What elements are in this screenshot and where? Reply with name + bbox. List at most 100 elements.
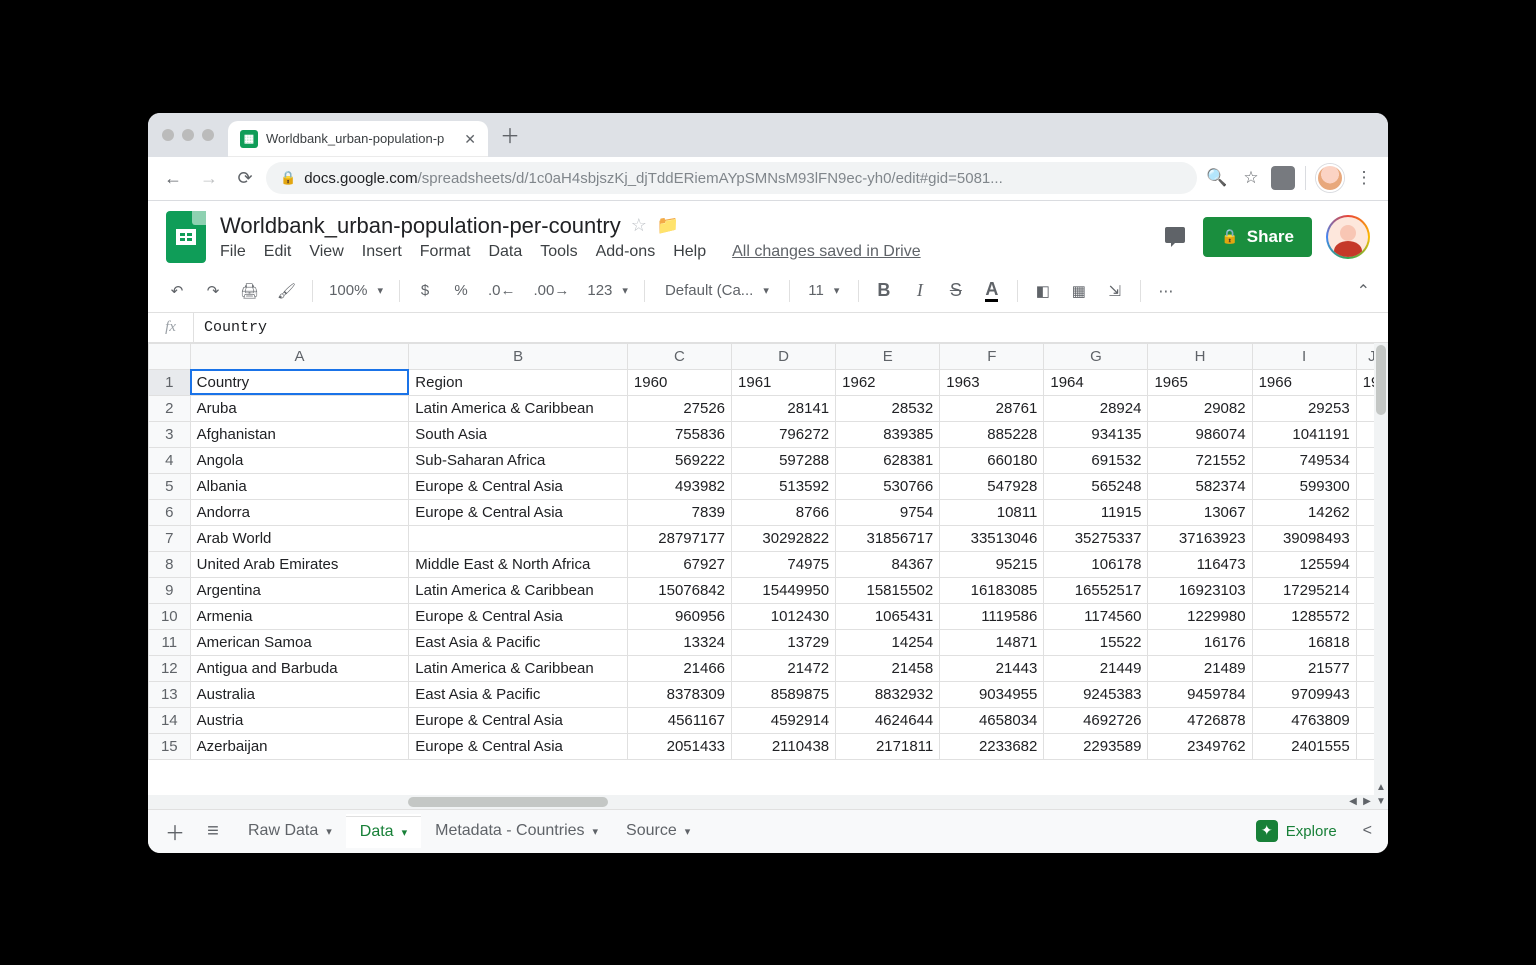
data-cell[interactable]: American Samoa xyxy=(190,629,409,655)
data-cell[interactable]: South Asia xyxy=(409,421,628,447)
data-cell[interactable]: 796272 xyxy=(732,421,836,447)
data-cell[interactable]: 16183085 xyxy=(940,577,1044,603)
data-cell[interactable]: 14262 xyxy=(1252,499,1356,525)
data-cell[interactable]: 67927 xyxy=(627,551,731,577)
browser-tab[interactable]: ▦ Worldbank_urban-population-p ✕ xyxy=(228,121,488,157)
data-cell[interactable]: 1119586 xyxy=(940,603,1044,629)
data-cell[interactable]: 986074 xyxy=(1148,421,1252,447)
traffic-light-close[interactable] xyxy=(162,129,174,141)
data-cell[interactable]: Andorra xyxy=(190,499,409,525)
data-cell[interactable]: 16552517 xyxy=(1044,577,1148,603)
data-cell[interactable]: 934135 xyxy=(1044,421,1148,447)
print-icon[interactable]: 🖨 xyxy=(234,276,265,306)
data-cell[interactable]: 749534 xyxy=(1252,447,1356,473)
sheet-tab[interactable]: Metadata - Countries▾ xyxy=(421,814,612,848)
strikethrough-icon[interactable]: S xyxy=(941,276,971,306)
select-all-corner[interactable] xyxy=(149,343,191,369)
data-cell[interactable]: East Asia & Pacific xyxy=(409,681,628,707)
data-cell[interactable]: 4763809 xyxy=(1252,707,1356,733)
currency-icon[interactable]: $ xyxy=(410,276,440,306)
data-cell[interactable]: Antigua and Barbuda xyxy=(190,655,409,681)
decrease-decimal-icon[interactable]: .0← xyxy=(482,276,522,306)
data-cell[interactable]: 74975 xyxy=(732,551,836,577)
sheet-tab[interactable]: Data▾ xyxy=(346,814,421,848)
data-cell[interactable]: 33513046 xyxy=(940,525,1044,551)
data-cell[interactable]: 28761 xyxy=(940,395,1044,421)
percent-icon[interactable]: % xyxy=(446,276,476,306)
data-cell[interactable]: 4692726 xyxy=(1044,707,1148,733)
menu-data[interactable]: Data xyxy=(488,243,522,261)
scroll-thumb[interactable] xyxy=(408,797,608,807)
row-header[interactable]: 1 xyxy=(149,369,191,395)
data-cell[interactable]: 569222 xyxy=(627,447,731,473)
data-cell[interactable]: 9245383 xyxy=(1044,681,1148,707)
header-cell[interactable]: 1962 xyxy=(836,369,940,395)
data-cell[interactable]: 15815502 xyxy=(836,577,940,603)
data-cell[interactable]: Latin America & Caribbean xyxy=(409,655,628,681)
zoom-select[interactable]: 100% xyxy=(323,276,389,306)
data-cell[interactable]: Europe & Central Asia xyxy=(409,707,628,733)
extension-icon[interactable] xyxy=(1271,166,1295,190)
data-cell[interactable]: 530766 xyxy=(836,473,940,499)
data-cell[interactable]: United Arab Emirates xyxy=(190,551,409,577)
data-cell[interactable]: 597288 xyxy=(732,447,836,473)
scroll-down-icon[interactable]: ▼ xyxy=(1374,795,1388,809)
header-cell[interactable]: 1961 xyxy=(732,369,836,395)
collapse-toolbar-icon[interactable]: ⌃ xyxy=(1357,281,1374,301)
data-cell[interactable]: 13324 xyxy=(627,629,731,655)
data-cell[interactable]: 2293589 xyxy=(1044,733,1148,759)
data-cell[interactable]: 21577 xyxy=(1252,655,1356,681)
scroll-left-icon[interactable]: ◀ xyxy=(1346,795,1360,809)
data-cell[interactable]: 21443 xyxy=(940,655,1044,681)
data-cell[interactable]: Europe & Central Asia xyxy=(409,603,628,629)
data-cell[interactable] xyxy=(409,525,628,551)
data-cell[interactable]: 16818 xyxy=(1252,629,1356,655)
horizontal-scrollbar[interactable]: ◀ ▶ xyxy=(148,795,1374,809)
menu-tools[interactable]: Tools xyxy=(540,243,577,261)
data-cell[interactable]: 39098493 xyxy=(1252,525,1356,551)
data-cell[interactable]: Angola xyxy=(190,447,409,473)
sheet-tab-menu-icon[interactable]: ▾ xyxy=(326,825,332,838)
window-controls[interactable] xyxy=(156,129,220,141)
data-cell[interactable]: 84367 xyxy=(836,551,940,577)
sheet-tab-menu-icon[interactable]: ▾ xyxy=(685,825,691,838)
data-cell[interactable]: 755836 xyxy=(627,421,731,447)
borders-icon[interactable]: ▦ xyxy=(1064,276,1094,306)
scroll-right-icon[interactable]: ▶ xyxy=(1360,795,1374,809)
header-cell[interactable]: 1963 xyxy=(940,369,1044,395)
data-cell[interactable]: 28924 xyxy=(1044,395,1148,421)
data-cell[interactable]: 11915 xyxy=(1044,499,1148,525)
data-cell[interactable]: 547928 xyxy=(940,473,1044,499)
move-folder-icon[interactable]: 📁 xyxy=(657,215,679,236)
row-header[interactable]: 5 xyxy=(149,473,191,499)
data-cell[interactable]: Aruba xyxy=(190,395,409,421)
share-button[interactable]: 🔒 Share xyxy=(1203,217,1312,257)
data-cell[interactable]: 1229980 xyxy=(1148,603,1252,629)
data-cell[interactable]: 17295214 xyxy=(1252,577,1356,603)
data-cell[interactable]: Argentina xyxy=(190,577,409,603)
data-cell[interactable]: 582374 xyxy=(1148,473,1252,499)
data-cell[interactable]: 8589875 xyxy=(732,681,836,707)
new-tab-button[interactable]: ＋ xyxy=(496,121,524,149)
data-cell[interactable]: Sub-Saharan Africa xyxy=(409,447,628,473)
data-cell[interactable]: 28797177 xyxy=(627,525,731,551)
data-cell[interactable]: 1285572 xyxy=(1252,603,1356,629)
row-header[interactable]: 11 xyxy=(149,629,191,655)
column-header[interactable]: A xyxy=(190,343,409,369)
redo-icon[interactable]: ↷ xyxy=(198,276,228,306)
data-cell[interactable]: Australia xyxy=(190,681,409,707)
column-header[interactable]: I xyxy=(1252,343,1356,369)
traffic-light-zoom[interactable] xyxy=(202,129,214,141)
data-cell[interactable]: 31856717 xyxy=(836,525,940,551)
row-header[interactable]: 13 xyxy=(149,681,191,707)
data-cell[interactable]: 13067 xyxy=(1148,499,1252,525)
data-cell[interactable]: 2171811 xyxy=(836,733,940,759)
data-cell[interactable]: Armenia xyxy=(190,603,409,629)
data-cell[interactable]: 8766 xyxy=(732,499,836,525)
sheet-tab[interactable]: Source▾ xyxy=(612,814,704,848)
column-header[interactable]: E xyxy=(836,343,940,369)
data-cell[interactable]: 1041191 xyxy=(1252,421,1356,447)
row-header[interactable]: 6 xyxy=(149,499,191,525)
data-cell[interactable]: 9459784 xyxy=(1148,681,1252,707)
menu-addons[interactable]: Add-ons xyxy=(596,243,656,261)
